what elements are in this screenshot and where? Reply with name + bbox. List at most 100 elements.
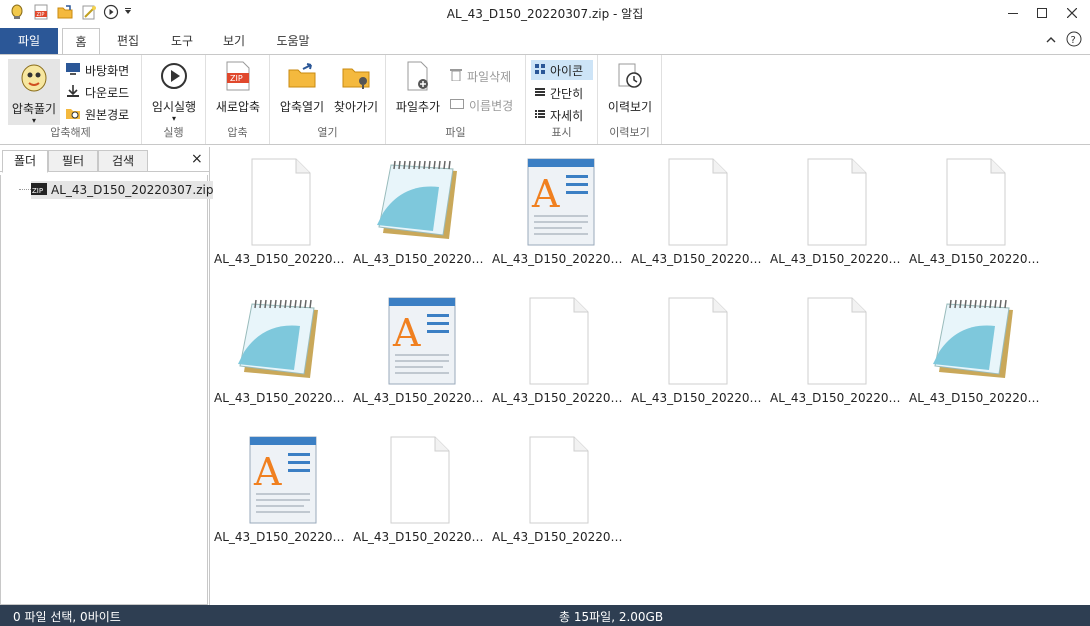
- file-item[interactable]: AL_43_D150_2022030...: [770, 151, 906, 281]
- group-run-label: 실행: [163, 126, 184, 139]
- tab-view[interactable]: 보기: [214, 28, 254, 54]
- group-view: 아이콘 간단히 자세히 표시: [526, 55, 598, 144]
- tab-home[interactable]: 홈: [62, 28, 100, 54]
- open-archive-button[interactable]: 압축열기: [276, 61, 328, 115]
- wordpad-file-icon: A: [526, 157, 595, 247]
- alzip-egg-icon: [8, 63, 60, 96]
- window-title: AL_43_D150_20220307.zip - 알집: [446, 7, 644, 21]
- locate-button[interactable]: 찾아가기: [330, 61, 382, 115]
- file-item[interactable]: AL_43_D150_2022030...: [631, 151, 767, 281]
- open-archive-label: 압축열기: [279, 100, 325, 114]
- file-item[interactable]: AL_43_D150_2022030...: [353, 151, 489, 281]
- extract-button[interactable]: 압축풀기 ▾: [8, 59, 60, 125]
- tab-file[interactable]: 파일: [0, 28, 58, 54]
- history-button[interactable]: 이력보기: [604, 61, 656, 115]
- panel-tab-search[interactable]: 검색: [98, 150, 148, 172]
- svg-text:A: A: [392, 311, 421, 355]
- file-item[interactable]: AL_43_D150_2022030...: [909, 290, 1045, 420]
- play-circle-icon: [148, 61, 200, 94]
- minimize-button[interactable]: [998, 2, 1028, 24]
- file-name: AL_43_D150_2022030...: [214, 530, 350, 544]
- svg-text:?: ?: [1071, 35, 1076, 46]
- panel-tabs: 폴더 필터 검색 ×: [0, 150, 210, 173]
- panel-close-icon[interactable]: ×: [191, 150, 203, 168]
- file-item[interactable]: AL_43_D150_2022030...: [492, 290, 628, 420]
- file-item[interactable]: AL_43_D150_2022030...: [492, 429, 628, 559]
- file-name: AL_43_D150_2022030...: [770, 252, 906, 266]
- extract-downloads-label: 다운로드: [85, 85, 130, 100]
- panel-tab-filter[interactable]: 필터: [48, 150, 98, 172]
- file-name: AL_43_D150_2022030...: [214, 391, 350, 405]
- new-compress-button[interactable]: ZIP 새로압축: [212, 61, 264, 115]
- tab-edit[interactable]: 편집: [108, 28, 148, 54]
- group-open: 압축열기 찾아가기 열기: [270, 55, 386, 144]
- temp-run-button[interactable]: 임시실행 ▾: [148, 61, 200, 123]
- file-item[interactable]: A AL_43_D150_2022030...: [492, 151, 628, 281]
- file-name: AL_43_D150_2022030...: [353, 252, 489, 266]
- svg-text:A: A: [253, 450, 282, 494]
- notepad-file-icon: [232, 296, 330, 386]
- file-item[interactable]: A AL_43_D150_2022030...: [214, 429, 350, 559]
- notepad-file-icon: [371, 157, 469, 247]
- file-item[interactable]: AL_43_D150_2022030...: [770, 290, 906, 420]
- file-item[interactable]: AL_43_D150_2022030...: [214, 151, 350, 281]
- ribbon: 압축풀기 ▾ 바탕화면 다운로드 원본경로 압축해제 임시실행 ▾ 실행 ZIP…: [0, 54, 1090, 145]
- folder-tree: ZIP AL_43_D150_20220307.zip: [0, 175, 218, 605]
- rename-icon: [450, 98, 464, 112]
- tree-item-archive[interactable]: ZIP AL_43_D150_20220307.zip: [31, 181, 218, 199]
- folder-panel: 폴더 필터 검색 × ZIP AL_43_D150_20220307.zip: [0, 147, 218, 605]
- file-name: AL_43_D150_2022030...: [909, 252, 1045, 266]
- blank-file-icon: [804, 157, 870, 247]
- delete-file-button[interactable]: 파일삭제: [450, 66, 511, 86]
- download-icon: [66, 84, 80, 100]
- extract-downloads-button[interactable]: 다운로드: [66, 82, 129, 102]
- file-name: AL_43_D150_2022030...: [353, 391, 489, 405]
- file-item[interactable]: AL_43_D150_2022030...: [353, 429, 489, 559]
- zip-file-icon: ZIP: [212, 61, 264, 94]
- maximize-button[interactable]: [1027, 2, 1057, 24]
- file-name: AL_43_D150_2022030...: [770, 391, 906, 405]
- temp-run-label: 임시실행: [151, 100, 197, 114]
- add-file-button[interactable]: 파일추가: [392, 61, 444, 115]
- extract-original-path-button[interactable]: 원본경로: [66, 104, 129, 124]
- blank-file-icon: [943, 157, 1009, 247]
- collapse-ribbon-icon[interactable]: [1045, 34, 1057, 48]
- group-file: 파일추가 파일삭제 이름변경 파일: [386, 55, 526, 144]
- file-name: AL_43_D150_2022030...: [492, 391, 628, 405]
- tree-item-label: AL_43_D150_20220307.zip: [51, 183, 214, 197]
- rename-button[interactable]: 이름변경: [450, 95, 513, 115]
- new-compress-label: 새로압축: [215, 100, 261, 114]
- group-extract-label: 압축해제: [50, 126, 91, 139]
- wordpad-file-icon: A: [248, 435, 317, 525]
- file-name: AL_43_D150_2022030...: [492, 530, 628, 544]
- group-compress-label: 압축: [227, 126, 248, 139]
- panel-tab-folder[interactable]: 폴더: [2, 150, 48, 173]
- notepad-file-icon: [927, 296, 1025, 386]
- file-item[interactable]: A AL_43_D150_2022030...: [353, 290, 489, 420]
- group-extract: 압축풀기 ▾ 바탕화면 다운로드 원본경로 압축해제: [0, 55, 142, 144]
- group-view-label: 표시: [551, 126, 572, 139]
- tab-tools[interactable]: 도구: [162, 28, 202, 54]
- view-simple-button[interactable]: 간단히: [535, 83, 583, 103]
- file-name: AL_43_D150_2022030...: [492, 252, 628, 266]
- grid-icon: [535, 63, 545, 77]
- view-details-button[interactable]: 자세히: [535, 105, 583, 125]
- trash-icon: [450, 68, 462, 84]
- ribbon-tabs: 파일 홈 편집 도구 보기 도움말 ?: [0, 26, 1090, 54]
- temp-run-dropdown-icon: ▾: [171, 114, 176, 123]
- close-button[interactable]: [1057, 2, 1087, 24]
- help-icon[interactable]: ?: [1066, 31, 1082, 50]
- view-icons-button[interactable]: 아이콘: [531, 60, 593, 80]
- svg-text:A: A: [531, 172, 560, 216]
- file-item[interactable]: AL_43_D150_2022030...: [214, 290, 350, 420]
- extract-desktop-button[interactable]: 바탕화면: [66, 60, 129, 80]
- add-file-icon: [392, 61, 444, 94]
- details-icon: [535, 108, 545, 122]
- file-item[interactable]: AL_43_D150_2022030...: [909, 151, 1045, 281]
- file-item[interactable]: AL_43_D150_2022030...: [631, 290, 767, 420]
- tab-help[interactable]: 도움말: [268, 28, 318, 54]
- desktop-icon: [66, 62, 80, 78]
- wordpad-file-icon: A: [387, 296, 456, 386]
- tree-connector: [19, 189, 31, 190]
- delete-file-label: 파일삭제: [467, 69, 512, 84]
